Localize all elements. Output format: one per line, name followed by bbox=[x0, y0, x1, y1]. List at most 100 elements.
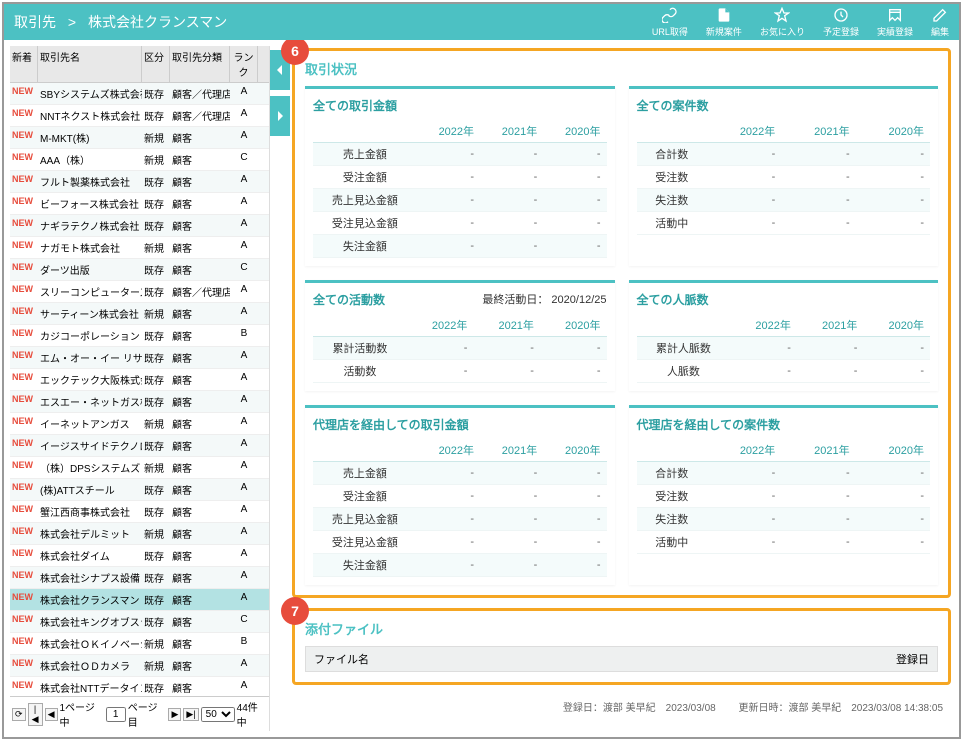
breadcrumb-root[interactable]: 取引先 bbox=[14, 14, 56, 30]
side-tabs bbox=[270, 50, 290, 142]
card-title: 代理店を経由しての取引金額 bbox=[313, 416, 607, 433]
table-row[interactable]: NEWフルト製薬株式会社既存顧客A bbox=[10, 171, 269, 193]
toolbar-new-button[interactable]: 新規案件 bbox=[706, 7, 742, 38]
list-body[interactable]: NEWSBYシステムズ株式会社既存顧客／代理店ANEWNNTネクスト株式会社既存… bbox=[10, 83, 269, 696]
table-row[interactable]: NEWイーネットアンガス新規顧客A bbox=[10, 413, 269, 435]
col-type[interactable]: 取引先分類 bbox=[170, 46, 230, 82]
table-row[interactable]: NEW株式会社NTTデータイン既存顧客A bbox=[10, 677, 269, 696]
toolbar-url-button[interactable]: URL取得 bbox=[652, 7, 688, 38]
panel-badge-7: 7 bbox=[281, 597, 309, 625]
summary-card: 全ての人脈数2022年2021年2020年累計人脈数---人脈数--- bbox=[629, 280, 939, 391]
col-new[interactable]: 新着 bbox=[10, 46, 38, 82]
fav-icon bbox=[774, 7, 790, 25]
table-row[interactable]: NEWイージスサイドテクノロ既存顧客A bbox=[10, 435, 269, 457]
col-kubun[interactable]: 区分 bbox=[142, 46, 170, 82]
table-row[interactable]: NEWサーティーン株式会社新規顧客A bbox=[10, 303, 269, 325]
new-badge: NEW bbox=[12, 284, 33, 294]
table-row[interactable]: NEWエム・オー・イー リサ既存顧客A bbox=[10, 347, 269, 369]
new-badge: NEW bbox=[12, 504, 33, 514]
new-badge: NEW bbox=[12, 328, 33, 338]
toolbar-sched-button[interactable]: 予定登録 bbox=[823, 7, 859, 38]
toolbar-result-button[interactable]: 実績登録 bbox=[877, 7, 913, 38]
new-badge: NEW bbox=[12, 636, 33, 646]
new-badge: NEW bbox=[12, 306, 33, 316]
new-badge: NEW bbox=[12, 372, 33, 382]
new-badge: NEW bbox=[12, 130, 33, 140]
table-row[interactable]: NEWカジコーポレーション既存顧客B bbox=[10, 325, 269, 347]
table-row[interactable]: NEW株式会社キングオブスラ既存顧客C bbox=[10, 611, 269, 633]
side-tab-2[interactable] bbox=[270, 96, 290, 136]
table-row[interactable]: NEWNNTネクスト株式会社既存顧客／代理店A bbox=[10, 105, 269, 127]
col-regdate[interactable]: 登録日 bbox=[896, 651, 929, 667]
table-row[interactable]: NEW株式会社デルミット新規顧客A bbox=[10, 523, 269, 545]
result-icon bbox=[887, 7, 903, 25]
new-badge: NEW bbox=[12, 86, 33, 96]
url-icon bbox=[662, 7, 678, 25]
card-title: 代理店を経由しての案件数 bbox=[637, 416, 931, 433]
new-badge: NEW bbox=[12, 614, 33, 624]
table-row[interactable]: NEW株式会社シナプス設備既存顧客A bbox=[10, 567, 269, 589]
table-row[interactable]: NEWスリーコンピューターズ既存顧客／代理店A bbox=[10, 281, 269, 303]
table-row[interactable]: NEW株式会社ダイム既存顧客A bbox=[10, 545, 269, 567]
page-input[interactable] bbox=[106, 707, 126, 722]
new-badge: NEW bbox=[12, 394, 33, 404]
attachments-header: ファイル名 登録日 bbox=[305, 646, 938, 672]
new-badge: NEW bbox=[12, 350, 33, 360]
table-row[interactable]: NEW蟹江西商事株式会社既存顧客A bbox=[10, 501, 269, 523]
prev-page-button[interactable]: ◀ bbox=[45, 708, 58, 721]
first-page-button[interactable]: |◀ bbox=[28, 703, 43, 726]
new-badge: NEW bbox=[12, 174, 33, 184]
col-name[interactable]: 取引先名 bbox=[38, 46, 142, 82]
new-badge: NEW bbox=[12, 152, 33, 162]
next-page-button[interactable]: ▶ bbox=[168, 708, 181, 721]
table-row[interactable]: NEW株式会社クランスマン既存顧客A bbox=[10, 589, 269, 611]
app-header: 取引先 > 株式会社クランスマン URL取得新規案件お気に入り予定登録実績登録編… bbox=[4, 4, 959, 40]
new-badge: NEW bbox=[12, 658, 33, 668]
new-badge: NEW bbox=[12, 592, 33, 602]
new-badge: NEW bbox=[12, 196, 33, 206]
table-row[interactable]: NEWナガモト株式会社新規顧客A bbox=[10, 237, 269, 259]
table-row[interactable]: NEW(株)ATTスチール既存顧客A bbox=[10, 479, 269, 501]
last-page-button[interactable]: ▶| bbox=[183, 708, 198, 721]
table-row[interactable]: NEWエスエー・ネットガス株既存顧客A bbox=[10, 391, 269, 413]
list-pager: ⟳ |◀ ◀ 1ページ中 ページ目 ▶ ▶| 50 44件中 bbox=[10, 696, 269, 731]
header-toolbar: URL取得新規案件お気に入り予定登録実績登録編集 bbox=[652, 7, 949, 38]
edit-icon bbox=[932, 7, 948, 25]
new-icon bbox=[716, 7, 732, 25]
table-row[interactable]: NEWビーフォース株式会社既存顧客A bbox=[10, 193, 269, 215]
card-title: 全ての活動数最終活動日： 2020/12/25 bbox=[313, 291, 607, 308]
table-row[interactable]: NEWダーツ出版既存顧客C bbox=[10, 259, 269, 281]
sched-icon bbox=[833, 7, 849, 25]
toolbar-edit-button[interactable]: 編集 bbox=[931, 7, 949, 38]
card-subtitle: 最終活動日： 2020/12/25 bbox=[482, 291, 606, 307]
page-size-select[interactable]: 50 bbox=[201, 707, 235, 722]
table-row[interactable]: NEW（株）DPSシステムズ新規顧客A bbox=[10, 457, 269, 479]
attachments-title: 添付ファイル bbox=[305, 619, 938, 638]
table-row[interactable]: NEWエックテック大阪株式会社既存顧客A bbox=[10, 369, 269, 391]
new-badge: NEW bbox=[12, 526, 33, 536]
card-title: 全ての案件数 bbox=[637, 97, 931, 114]
table-row[interactable]: NEWM-MKT(株)新規顧客A bbox=[10, 127, 269, 149]
new-badge: NEW bbox=[12, 460, 33, 470]
toolbar-fav-button[interactable]: お気に入り bbox=[760, 7, 805, 38]
table-row[interactable]: NEW株式会社ＯＤカメラ新規顧客A bbox=[10, 655, 269, 677]
table-row[interactable]: NEWナギラテクノ株式会社既存顧客A bbox=[10, 215, 269, 237]
new-badge: NEW bbox=[12, 262, 33, 272]
new-badge: NEW bbox=[12, 482, 33, 492]
main-content: 6 取引状況 全ての取引金額2022年2021年2020年売上金額---受注金額… bbox=[270, 40, 959, 737]
card-title: 全ての取引金額 bbox=[313, 97, 607, 114]
table-row[interactable]: NEWAAA（株）新規顧客C bbox=[10, 149, 269, 171]
reload-button[interactable]: ⟳ bbox=[12, 708, 26, 721]
col-rank[interactable]: ランク bbox=[230, 46, 258, 82]
table-row[interactable]: NEWSBYシステムズ株式会社既存顧客／代理店A bbox=[10, 83, 269, 105]
summary-card: 全ての取引金額2022年2021年2020年売上金額---受注金額---売上見込… bbox=[305, 86, 615, 266]
new-badge: NEW bbox=[12, 416, 33, 426]
account-list-sidebar: 新着 取引先名 区分 取引先分類 ランク NEWSBYシステムズ株式会社既存顧客… bbox=[10, 46, 270, 731]
table-row[interactable]: NEW株式会社ＯＫイノベーション新規顧客B bbox=[10, 633, 269, 655]
col-filename[interactable]: ファイル名 bbox=[314, 651, 896, 667]
new-badge: NEW bbox=[12, 108, 33, 118]
record-footer: 登録日：渡部 美早紀 2023/03/08 更新日時：渡部 美早紀 2023/0… bbox=[278, 695, 951, 718]
card-title: 全ての人脈数 bbox=[637, 291, 931, 308]
new-badge: NEW bbox=[12, 680, 33, 690]
trade-status-title: 取引状況 bbox=[305, 59, 938, 78]
